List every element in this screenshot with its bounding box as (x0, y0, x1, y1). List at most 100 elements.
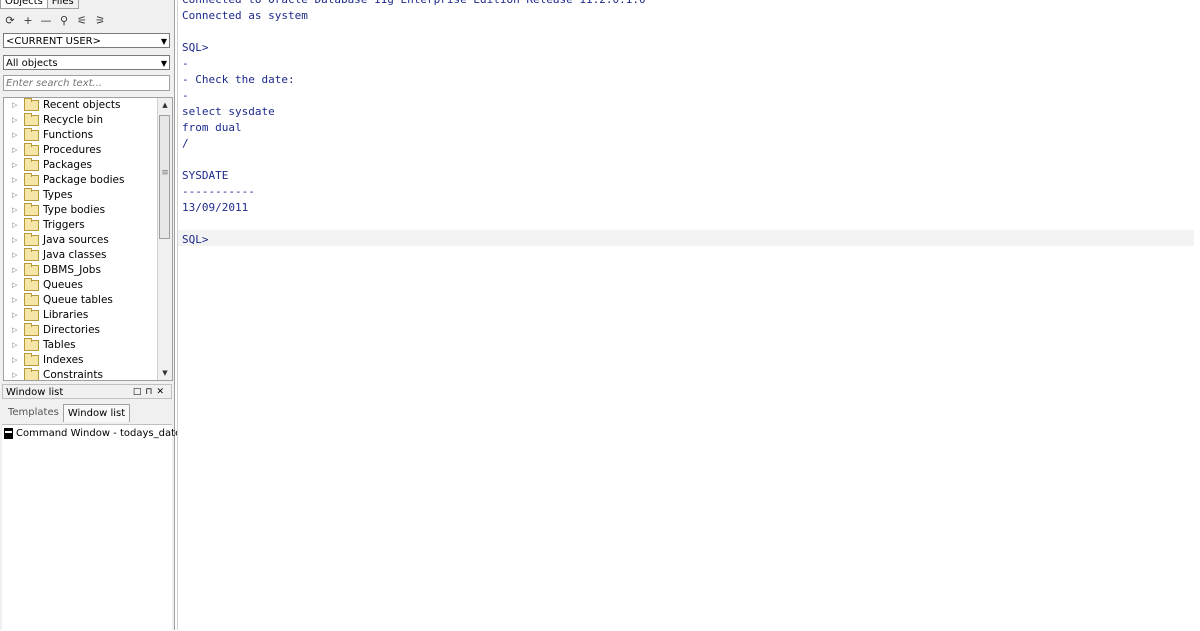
tree-item[interactable]: ▷ Recycle bin (4, 113, 172, 128)
folder-icon (24, 188, 39, 201)
folder-icon (24, 308, 39, 321)
window-list-tabs: Templates Window list (4, 404, 131, 422)
tree-scrollbar[interactable]: ▲ ≡ ▼ (157, 98, 172, 380)
command-window-output[interactable]: Connected to Oracle Database 11g Enterpr… (177, 0, 1200, 630)
folder-icon (24, 293, 39, 306)
output-line: ----------- (182, 185, 255, 198)
expand-icon[interactable]: ▷ (12, 128, 24, 143)
user-select[interactable]: <CURRENT USER> ▼ (3, 33, 170, 48)
expand-icon[interactable]: ▷ (12, 278, 24, 293)
tree-item-label: Tables (43, 339, 76, 351)
tree-item[interactable]: ▷ Tables (4, 338, 172, 353)
expand-icon[interactable]: ▷ (12, 173, 24, 188)
object-type-select[interactable]: All objects ▼ (3, 55, 170, 70)
tree-item[interactable]: ▷ Libraries (4, 308, 172, 323)
tab-templates[interactable]: Templates (4, 404, 63, 422)
tree-item-label: Java sources (43, 234, 109, 246)
tree-item-label: Constraints (43, 369, 103, 381)
tree-item-label: Procedures (43, 144, 102, 156)
tree-item[interactable]: ▷ Directories (4, 323, 172, 338)
expand-icon[interactable]: ▷ (12, 218, 24, 233)
tree-item[interactable]: ▷ Triggers (4, 218, 172, 233)
output-line: / (182, 137, 189, 150)
find-icon[interactable]: ⚲ (58, 14, 70, 27)
chevron-down-icon[interactable]: ▼ (161, 34, 167, 49)
expand-icon[interactable]: ▷ (12, 188, 24, 203)
object-tree: ▷ Recent objects ▷ Recycle bin ▷ Functions ▷ Pr… (3, 97, 173, 381)
scroll-grip-icon: ≡ (161, 168, 169, 178)
output-line: - (182, 57, 189, 70)
scroll-up-icon[interactable]: ▲ (158, 98, 172, 112)
output-line: - Check the date: (182, 73, 295, 86)
remove-icon[interactable]: — (40, 14, 52, 27)
tree-item[interactable]: ▷ Constraints (4, 368, 172, 381)
tab-files[interactable]: Files (47, 0, 79, 9)
tree-item[interactable]: ▷ Procedures (4, 143, 172, 158)
output-line: SQL> (182, 41, 209, 54)
close-icon[interactable]: ✕ (156, 387, 168, 397)
folder-icon (24, 353, 39, 366)
folder-icon (24, 173, 39, 186)
tree-item-label: Types (43, 189, 73, 201)
tree-item[interactable]: ▷ Java sources (4, 233, 172, 248)
expand-icon[interactable]: ▷ (12, 248, 24, 263)
expand-icon[interactable]: ▷ (12, 323, 24, 338)
folder-icon (24, 323, 39, 336)
browser-toolbar: ⟳ + — ⚲ ⚟ ⚞ (4, 12, 106, 28)
expand-icon[interactable]: ▷ (12, 338, 24, 353)
tree-item[interactable]: ▷ Package bodies (4, 173, 172, 188)
refresh-icon[interactable]: ⟳ (4, 14, 16, 27)
folder-icon (24, 338, 39, 351)
tab-objects[interactable]: Objects (0, 0, 48, 9)
tree-item-label: Queues (43, 279, 83, 291)
tree-item[interactable]: ▷ Recent objects (4, 98, 172, 113)
expand-icon[interactable]: ▷ (12, 158, 24, 173)
output-line: - (182, 89, 189, 102)
tree-item-label: Queue tables (43, 294, 113, 306)
expand-icon[interactable]: ▷ (12, 368, 24, 380)
tree-item[interactable]: ▷ DBMS_Jobs (4, 263, 172, 278)
expand-icon[interactable]: ▷ (12, 293, 24, 308)
chevron-down-icon[interactable]: ▼ (161, 56, 167, 71)
tree-item[interactable]: ▷ Java classes (4, 248, 172, 263)
expand-icon[interactable]: ▷ (12, 308, 24, 323)
command-window-icon (4, 428, 13, 439)
tree-item[interactable]: ▷ Queue tables (4, 293, 172, 308)
folder-icon (24, 233, 39, 246)
tree-item-label: Type bodies (43, 204, 106, 216)
tree-item[interactable]: ▷ Packages (4, 158, 172, 173)
tab-window-list[interactable]: Window list (62, 404, 131, 422)
tree-item-label: Recycle bin (43, 114, 103, 126)
tree-item[interactable]: ▷ Type bodies (4, 203, 172, 218)
window-list-header: Window list □⊓✕ (2, 384, 172, 399)
folder-icon (24, 248, 39, 261)
pin-icon[interactable]: ⊓ (145, 387, 156, 397)
output-line: Connected as system (182, 9, 308, 22)
expand-icon[interactable]: ▷ (12, 353, 24, 368)
output-line: select sysdate (182, 105, 275, 118)
filter-clear-icon[interactable]: ⚞ (94, 14, 106, 27)
tree-item-label: Functions (43, 129, 94, 141)
search-input[interactable] (3, 75, 170, 91)
add-icon[interactable]: + (22, 14, 34, 27)
tree-item[interactable]: ▷ Functions (4, 128, 172, 143)
tree-item-label: Directories (43, 324, 101, 336)
folder-icon (24, 143, 39, 156)
tree-item[interactable]: ▷ Indexes (4, 353, 172, 368)
scroll-down-icon[interactable]: ▼ (158, 366, 172, 380)
tree-item[interactable]: ▷ Queues (4, 278, 172, 293)
list-item[interactable]: Command Window - todays_date.s (4, 428, 190, 439)
maximize-icon[interactable]: □ (133, 387, 146, 397)
expand-icon[interactable]: ▷ (12, 203, 24, 218)
expand-icon[interactable]: ▷ (12, 263, 24, 278)
output-line: Connected to Oracle Database 11g Enterpr… (182, 0, 646, 8)
filter-icon[interactable]: ⚟ (76, 14, 88, 27)
folder-icon (24, 158, 39, 171)
expand-icon[interactable]: ▷ (12, 98, 24, 113)
tree-item-label: Recent objects (43, 99, 121, 111)
tree-item[interactable]: ▷ Types (4, 188, 172, 203)
expand-icon[interactable]: ▷ (12, 113, 24, 128)
expand-icon[interactable]: ▷ (12, 233, 24, 248)
output-line: SYSDATE (182, 169, 229, 182)
expand-icon[interactable]: ▷ (12, 143, 24, 158)
